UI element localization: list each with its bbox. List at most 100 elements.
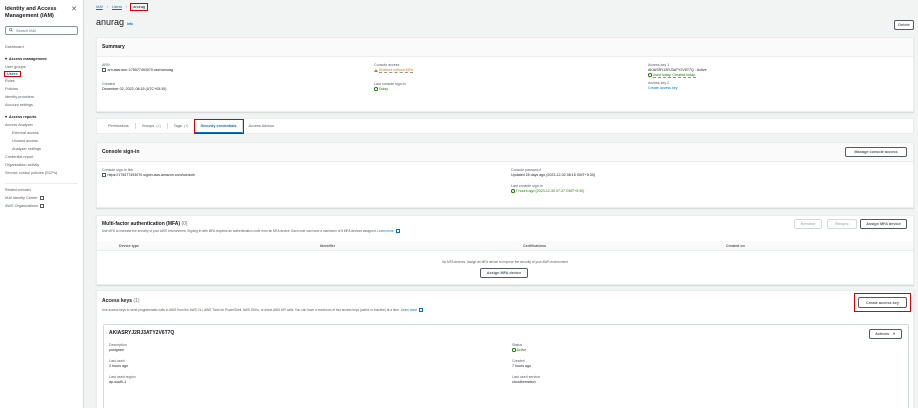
page-title-row: anurag Info <box>96 17 133 27</box>
mfa-empty-state: No MFA devices. Assign an MFA device to … <box>442 260 568 264</box>
col-identifier[interactable]: Identifier <box>320 244 335 248</box>
copy-icon[interactable] <box>102 173 106 177</box>
assign-mfa-empty-button[interactable]: Assign MFA device <box>480 268 528 278</box>
copy-icon[interactable] <box>102 68 106 72</box>
search-input[interactable]: Search IAM <box>5 26 78 35</box>
console-signin-heading: Console sign-in <box>97 143 913 162</box>
sidebar-item-external-access[interactable]: External access <box>5 129 78 137</box>
sidebar-item-analyzer-settings[interactable]: Analyzer settings <box>5 145 78 153</box>
summary-heading: Summary <box>97 38 913 57</box>
sidebar-item-credential-report[interactable]: Credential report <box>5 153 78 161</box>
key-description-label: Description <box>109 343 127 347</box>
key-last-used-label: Last used <box>109 359 125 363</box>
col-device-type[interactable]: Device type <box>119 244 139 248</box>
access-reports-heading[interactable]: ▾ Access reports <box>5 113 78 121</box>
close-icon[interactable]: ✕ <box>71 5 77 13</box>
key-status-value: Active <box>512 348 540 352</box>
access-keys-learn-more-link[interactable]: Learn more <box>401 308 417 312</box>
resync-mfa-button[interactable]: Resync <box>827 219 857 229</box>
create-access-key-highlight: Create access key <box>854 293 911 312</box>
mfa-panel: Multi-factor authentication (MFA) (0) Us… <box>96 215 914 285</box>
sidebar-item-roles[interactable]: Roles <box>5 77 78 85</box>
access-keys-heading: Access keys (1) <box>102 298 140 304</box>
key-region-value: ap-south-1 <box>109 380 127 384</box>
tab-security-credentials[interactable]: Security credentials <box>194 118 244 134</box>
tab-permissions[interactable]: Permissions <box>102 123 136 129</box>
chevron-right-icon: › <box>125 5 128 9</box>
success-icon <box>511 189 515 193</box>
mfa-heading: Multi-factor authentication (MFA) (0) <box>102 221 188 227</box>
sidebar-item-access-analyzer[interactable]: Access Analyzer <box>5 121 78 129</box>
key-description-value: postgram <box>109 348 124 352</box>
access-key-1-label: Access key 1 <box>648 63 670 67</box>
caret-down-icon: ▼ <box>892 332 896 336</box>
page-title: anurag <box>96 17 125 27</box>
key-created-value: 7 hours ago <box>512 364 531 368</box>
col-certifications[interactable]: Certifications <box>523 244 546 248</box>
access-key-card: AKIASRYJ2RJ3ATY2V6T7Q Actions ▼ Descripti… <box>103 324 909 408</box>
manage-console-access-button[interactable]: Manage console access <box>845 147 907 157</box>
summary-panel: Summary ARN arn:aws:iam::175577493070:us… <box>96 37 914 112</box>
info-link[interactable]: Info <box>127 22 133 26</box>
sidebar-item-unused-access[interactable]: Unused access <box>5 137 78 145</box>
breadcrumb-users[interactable]: Users <box>112 5 122 9</box>
key-service-value: cloudformation <box>512 380 536 384</box>
console-access-value: Enabled without MFA <box>374 68 413 73</box>
console-password-label: Console password <box>511 168 541 172</box>
mfa-table-header: Device type Identifier Certifications Cr… <box>97 241 913 251</box>
assign-mfa-button[interactable]: Assign MFA device <box>860 219 907 229</box>
access-management-heading[interactable]: ▾ Access management <box>5 55 78 63</box>
related-consoles-heading: Related consoles <box>5 188 32 192</box>
created-value: December 02, 2023, 08:15 (UTC+05:30) <box>102 87 167 91</box>
signin-link-label: Console sign-in link <box>102 168 134 172</box>
remove-mfa-button[interactable]: Remove <box>794 219 822 229</box>
success-icon <box>512 348 516 352</box>
access-key-2-label: Access key 2 <box>648 81 670 85</box>
create-access-key-link[interactable]: Create access key <box>648 86 707 90</box>
search-icon <box>9 28 13 33</box>
sidebar-item-dashboard[interactable]: Dashboard <box>5 43 78 51</box>
create-access-key-button[interactable]: Create access key <box>858 297 907 308</box>
caret-down-icon: ▾ <box>5 57 7 61</box>
delete-button[interactable]: Delete <box>894 20 914 30</box>
chevron-right-icon: › <box>106 5 109 9</box>
console-access-label: Console access <box>374 63 400 67</box>
external-link-icon <box>395 229 400 234</box>
mfa-table: Device type Identifier Certifications Cr… <box>97 241 913 286</box>
sidebar-item-account-settings[interactable]: Account settings <box>5 101 78 109</box>
sidebar-item-identity-center[interactable]: IAM Identity Center <box>5 194 78 202</box>
access-key-1-status: Used today. Created today. <box>648 73 707 78</box>
main-content: IAM › Users › anurag anurag Info Delete … <box>92 0 918 408</box>
breadcrumb-iam[interactable]: IAM <box>96 5 103 9</box>
mfa-learn-more-link[interactable]: Learn more <box>377 229 393 233</box>
sidebar-item-identity-providers[interactable]: Identity providers <box>5 93 78 101</box>
sidebar-item-organizations[interactable]: AWS Organizations <box>5 202 78 210</box>
key-created-label: Created <box>512 359 525 363</box>
sidebar: Identity and Access Management (IAM) ✕ S… <box>0 0 84 408</box>
console-signin-panel: Console sign-in Manage console access Co… <box>96 142 914 208</box>
sidebar-item-organization-activity[interactable]: Organization activity <box>5 161 78 169</box>
external-link-icon <box>40 204 44 208</box>
arn-label: ARN <box>102 63 110 67</box>
created-label: Created <box>102 82 115 86</box>
key-last-used-value: 3 hours ago <box>109 364 128 368</box>
tab-access-advisor[interactable]: Access Advisor <box>243 123 281 129</box>
success-icon <box>374 87 378 91</box>
last-console-signin-label: Last console sign-in <box>511 184 543 188</box>
access-key-id: AKIASRYJ2RJ3ATY2V6T7Q <box>109 330 175 336</box>
arn-value: arn:aws:iam::175577493070:user/anurag <box>102 68 173 72</box>
caret-down-icon: ▾ <box>5 115 7 119</box>
sidebar-item-user-groups[interactable]: User groups <box>5 63 78 71</box>
key-service-label: Last used service <box>512 375 540 379</box>
sidebar-item-policies[interactable]: Policies <box>5 85 78 93</box>
sidebar-item-scps[interactable]: Service control policies (SCPs) <box>5 169 78 177</box>
last-signin-value: Today <box>374 87 413 91</box>
actions-dropdown[interactable]: Actions ▼ <box>869 329 902 339</box>
tab-tags[interactable]: Tags (1) <box>168 123 196 129</box>
external-link-icon <box>419 308 424 313</box>
success-icon <box>648 73 652 77</box>
mfa-description: Use MFA to increase the security of your… <box>102 229 400 234</box>
access-keys-description: Use access keys to send programmatic cal… <box>102 308 424 313</box>
tab-groups[interactable]: Groups (1) <box>136 123 168 129</box>
col-created-on[interactable]: Created on <box>726 244 745 248</box>
